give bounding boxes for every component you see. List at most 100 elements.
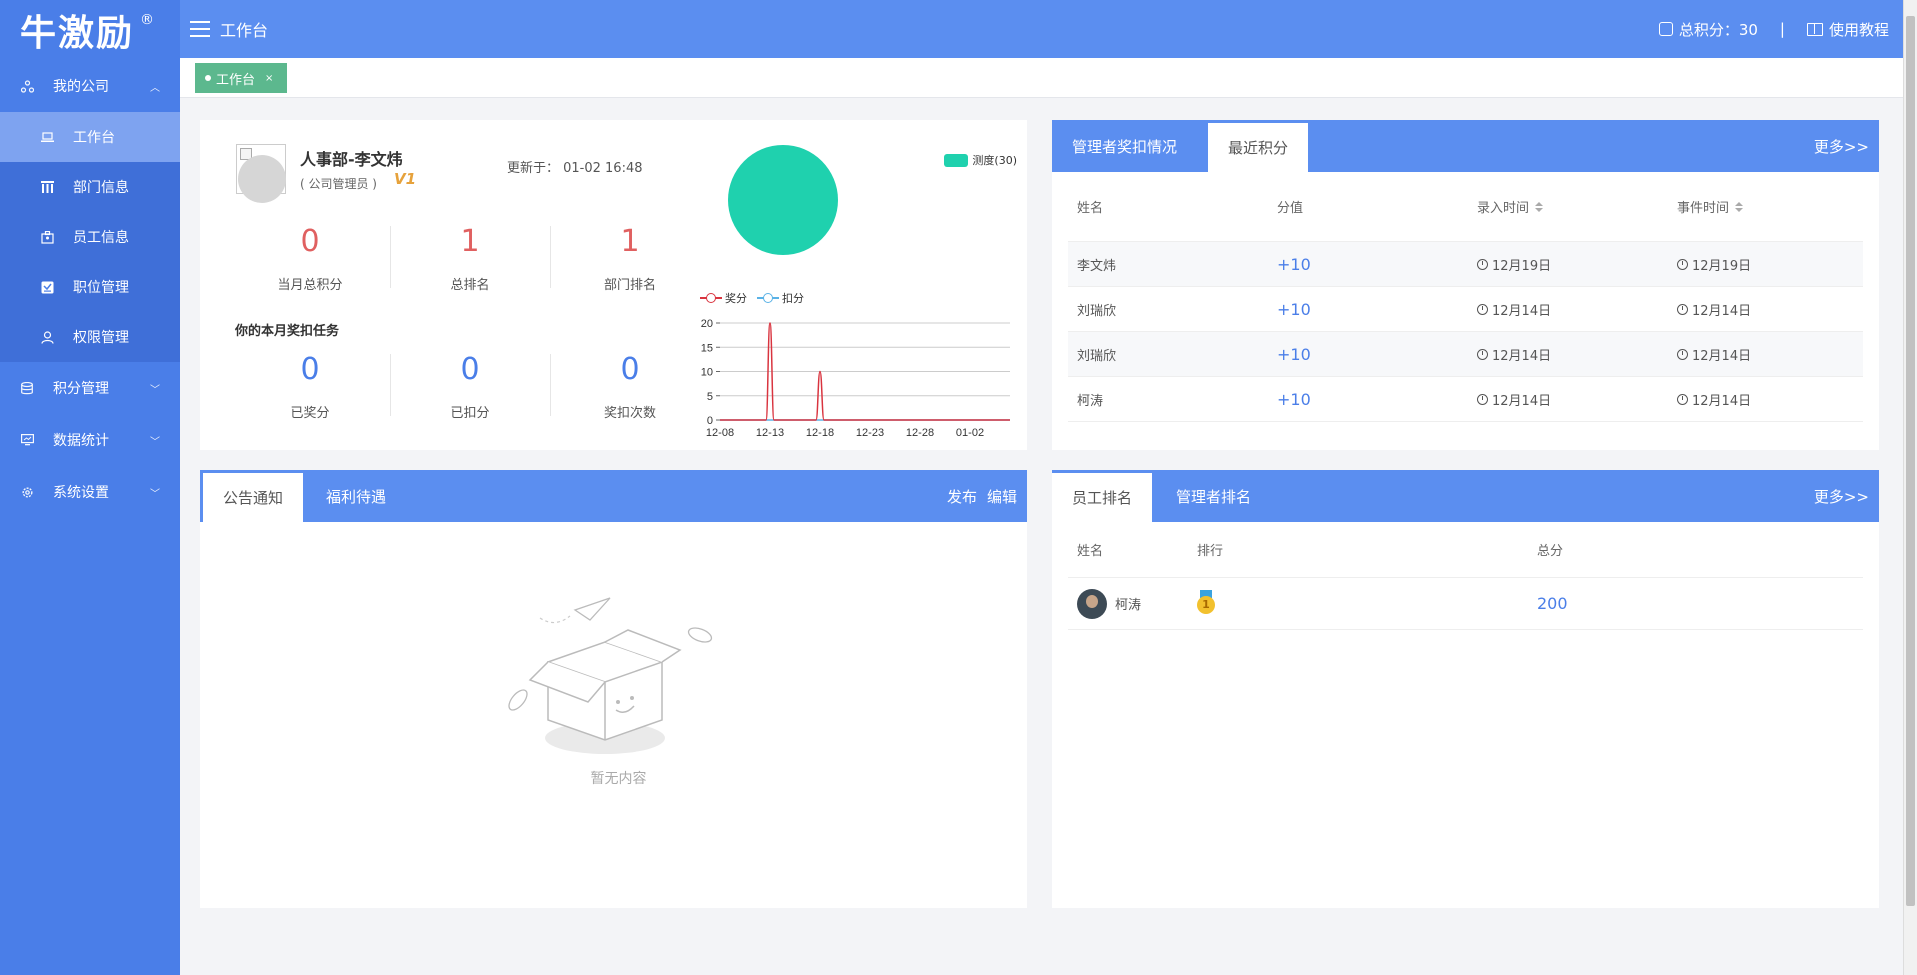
tab-recent-points[interactable]: 最近积分	[1208, 123, 1309, 172]
page-tabs: 工作台 ×	[180, 58, 1903, 98]
clock-icon	[1677, 393, 1688, 405]
cell-entry-text: 12月14日	[1492, 303, 1552, 319]
empty-box-icon	[508, 597, 713, 754]
tab-employee-rank[interactable]: 员工排名	[1052, 473, 1153, 522]
clock-icon	[1477, 303, 1488, 315]
menu-label: 系统设置	[53, 485, 109, 501]
menu-toggle-icon[interactable]	[190, 21, 210, 37]
x-tick-label: 12-28	[906, 427, 934, 439]
cell-score: +10	[1277, 254, 1311, 274]
table-row: 刘瑞欣 +10 12月14日 12月14日	[1068, 332, 1863, 377]
col-entry-time[interactable]: 录入时间	[1468, 197, 1668, 216]
line-legend: 奖分 扣分	[700, 290, 814, 306]
menu-points[interactable]: 积分管理 ﹀	[0, 362, 180, 414]
recent-more: 更多>>	[1804, 120, 1869, 172]
close-icon[interactable]: ×	[265, 73, 273, 84]
top-right: 总积分：30 | 使用教程	[1658, 0, 1889, 58]
pie-slice[interactable]	[728, 145, 838, 255]
task-title: 你的本月奖扣任务	[235, 324, 340, 339]
employee-icon	[40, 230, 54, 244]
book-icon	[1806, 22, 1823, 36]
x-tick-label: 12-18	[806, 427, 834, 439]
col-event-time[interactable]: 事件时间	[1668, 197, 1863, 216]
cell-name: 刘瑞欣	[1077, 303, 1117, 319]
tab-manager-rank[interactable]: 管理者排名	[1156, 470, 1271, 522]
position-icon	[40, 280, 54, 294]
user-icon	[40, 330, 54, 344]
legend-label: 测度(30)	[972, 154, 1017, 167]
col-label: 事件时间	[1677, 201, 1730, 216]
ranking-more: 更多>>	[1804, 470, 1869, 522]
page-tab-workbench[interactable]: 工作台 ×	[195, 63, 288, 93]
y-tick-label: 0	[707, 415, 713, 427]
tutorial-link[interactable]: 使用教程	[1829, 19, 1889, 40]
table-header: 姓名 排行 总分	[1068, 522, 1863, 578]
stat-label: 当月总积分	[277, 278, 343, 293]
stat-label: 已扣分	[450, 406, 490, 421]
cell-entry-text: 12月19日	[1492, 258, 1552, 274]
menu-label: 积分管理	[53, 381, 109, 397]
scrollbar-thumb[interactable]	[1906, 16, 1915, 906]
sidebar-item-label: 职位管理	[73, 280, 129, 296]
sidebar-item-departments[interactable]: 部门信息	[0, 162, 180, 212]
edit-button[interactable]: 编辑	[987, 486, 1017, 507]
sidebar-item-employees[interactable]: 员工信息	[0, 212, 180, 262]
ranking-card: 员工排名 管理者排名 更多>> 姓名 排行 总分 柯涛 1 200	[1052, 470, 1879, 908]
table-row: 李文炜 +10 12月19日 12月19日	[1068, 242, 1863, 287]
separator: |	[1779, 20, 1785, 38]
recent-points-card: 管理者奖扣情况 最近积分 更多>> 姓名 分值 录入时间 事件时间 李文炜 +1…	[1052, 120, 1879, 450]
stat-count: 0 奖扣次数	[550, 350, 710, 421]
stat-awarded: 0 已奖分	[230, 350, 390, 421]
more-link[interactable]: 更多>>	[1814, 486, 1869, 507]
profile-card: 人事部-李文炜 ( 公司管理员 ) V1 更新于： 01-02 16:48 0 …	[200, 120, 1027, 450]
logo[interactable]: 牛激励 ®	[0, 0, 180, 60]
sort-icon[interactable]	[1535, 201, 1544, 212]
y-tick-label: 20	[701, 318, 713, 330]
chevron-up-icon: ︿	[150, 82, 160, 94]
stat-total-rank: 1 总排名	[390, 222, 550, 293]
menu-my-company[interactable]: 我的公司 ︿	[0, 60, 180, 112]
y-tick-label: 15	[701, 342, 713, 354]
col-total: 总分	[1537, 544, 1564, 559]
profile-role: ( 公司管理员 )	[300, 177, 377, 191]
cell-event-text: 12月14日	[1692, 348, 1752, 364]
col-name: 姓名	[1077, 201, 1104, 216]
sidebar-item-positions[interactable]: 职位管理	[0, 262, 180, 312]
cell-entry-text: 12月14日	[1492, 393, 1552, 409]
publish-button[interactable]: 发布	[947, 486, 977, 507]
level-badge-icon: V1	[394, 170, 417, 188]
legend-label: 奖分	[725, 292, 747, 305]
monitor-icon	[20, 433, 34, 447]
tab-manager-awards[interactable]: 管理者奖扣情况	[1052, 120, 1197, 172]
sidebar: 牛激励 ® 我的公司 ︿ 工作台 部门信息 员工信息 职位管理 权限管理 积分管…	[0, 0, 180, 975]
menu-statistics[interactable]: 数据统计 ﹀	[0, 414, 180, 466]
x-tick-label: 12-23	[856, 427, 884, 439]
table-header: 姓名 分值 录入时间 事件时间	[1068, 172, 1863, 242]
sidebar-item-permissions[interactable]: 权限管理	[0, 312, 180, 362]
cell-event: 12月14日	[1668, 300, 1863, 319]
legend-item-deduct[interactable]: 扣分	[757, 290, 804, 306]
pie-legend[interactable]: 测度(30)	[944, 152, 1017, 168]
cell-event: 12月14日	[1668, 390, 1863, 409]
col-name: 姓名	[1077, 544, 1104, 559]
stat-value: 0	[620, 352, 640, 387]
vertical-scrollbar[interactable]	[1903, 0, 1917, 975]
sidebar-item-workbench[interactable]: 工作台	[0, 112, 180, 162]
tab-benefits[interactable]: 福利待遇	[306, 470, 406, 522]
stat-value: 1	[620, 224, 640, 259]
table-row: 刘瑞欣 +10 12月14日 12月14日	[1068, 287, 1863, 332]
col-rank: 排行	[1197, 544, 1224, 559]
cell-entry: 12月14日	[1468, 345, 1668, 364]
avatar	[1077, 588, 1107, 619]
legend-swatch	[944, 153, 969, 167]
tab-announcements[interactable]: 公告通知	[203, 473, 304, 522]
page-tab-label: 工作台	[216, 72, 256, 88]
menu-settings[interactable]: 系统设置 ﹀	[0, 466, 180, 518]
registered-mark: ®	[140, 12, 157, 28]
legend-item-award[interactable]: 奖分	[700, 290, 747, 306]
database-icon	[20, 381, 34, 395]
ranking-card-header: 员工排名 管理者排名 更多>>	[1052, 470, 1879, 522]
table-row: 柯涛 +10 12月14日 12月14日	[1068, 377, 1863, 422]
sort-icon[interactable]	[1735, 201, 1744, 212]
more-link[interactable]: 更多>>	[1814, 136, 1869, 157]
